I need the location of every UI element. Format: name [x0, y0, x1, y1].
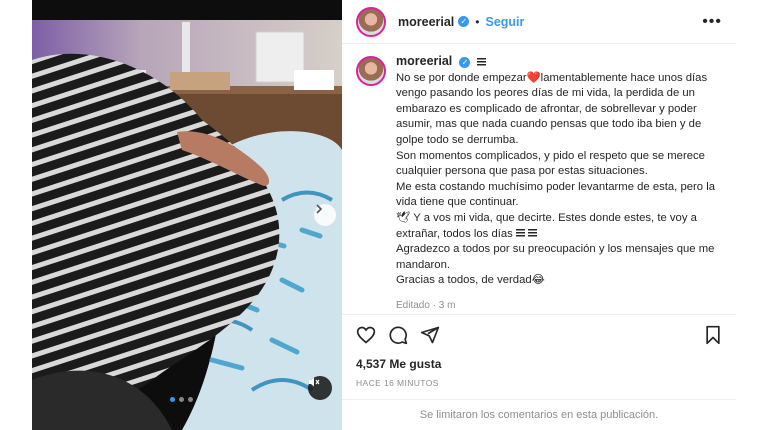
chevron-right-icon [316, 204, 323, 214]
post-photo[interactable] [32, 0, 342, 430]
follow-button[interactable]: Seguir [485, 15, 524, 29]
flag-icon [476, 57, 486, 67]
bookmark-icon[interactable] [704, 325, 722, 345]
post-time[interactable]: HACE 16 MINUTOS [356, 378, 439, 388]
comments-disabled-notice: Se limitaron los comentarios en esta pub… [342, 399, 736, 421]
carousel-indicator [170, 397, 193, 402]
caption-username[interactable]: moreerial [396, 54, 452, 68]
caption-line: Son momentos complicados, y pido el resp… [396, 149, 705, 178]
heart-icon[interactable] [356, 325, 376, 345]
header-separator: • [475, 14, 480, 29]
carousel-next-button[interactable] [314, 204, 336, 226]
caption-line-text: 🕊 Y a vos mi vida, que decirte. Estes do… [396, 211, 697, 240]
photo-illustration [32, 0, 342, 430]
edited-timestamp: Editado · 3 m [396, 299, 456, 311]
avatar[interactable] [356, 56, 386, 86]
caption-line: Agradezco a todos por su preocupación y … [396, 243, 715, 271]
share-icon[interactable] [420, 325, 440, 345]
caption-line: Gracias a todos, de verdad😂 [396, 274, 545, 287]
flag-icon [527, 229, 537, 239]
verified-badge-icon: ✓ [458, 16, 470, 27]
caption-area: moreerial ✓ No se por donde empezar❤️lam… [356, 54, 722, 314]
post-header: moreerial ✓ • Seguir ••• [342, 0, 736, 44]
caption-line: No se por donde empezar❤️lamentablemente… [396, 71, 708, 146]
comment-icon[interactable] [388, 325, 408, 345]
caption: moreerial ✓ No se por donde empezar❤️lam… [396, 54, 722, 314]
flag-icon [515, 229, 525, 239]
carousel-dot [188, 397, 193, 402]
carousel-dot [179, 397, 184, 402]
mute-toggle-button[interactable] [308, 376, 332, 400]
avatar[interactable] [356, 6, 386, 37]
verified-badge-icon: ✓ [459, 57, 471, 69]
more-options-icon[interactable]: ••• [702, 13, 722, 31]
post-actions: 4,537 Me gusta HACE 16 MINUTOS Se limita… [342, 314, 736, 421]
likes-count[interactable]: 4,537 Me gusta [356, 357, 441, 371]
action-icons [356, 325, 722, 347]
caption-line: Me esta costando muchísimo poder levanta… [396, 180, 715, 209]
post-sidebar: moreerial ✓ • Seguir ••• moreerial ✓ No … [342, 0, 736, 430]
caption-line: 🕊 Y a vos mi vida, que decirte. Estes do… [396, 211, 722, 242]
carousel-dot [170, 397, 175, 402]
caption-paragraph: moreerial ✓ [396, 54, 722, 71]
muted-speaker-icon [309, 377, 320, 387]
header-username[interactable]: moreerial [398, 15, 454, 29]
